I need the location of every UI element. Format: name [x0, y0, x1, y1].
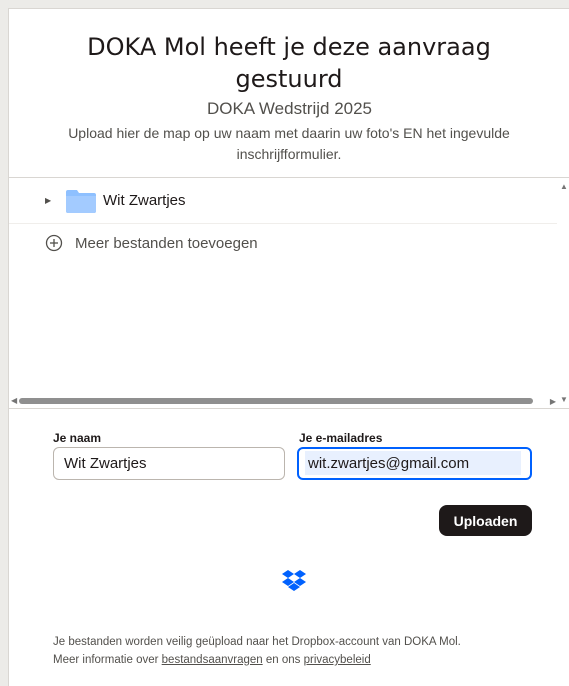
file-requests-link[interactable]: bestandsaanvragen: [162, 654, 263, 666]
vertical-scrollbar[interactable]: ▲ ▼: [557, 178, 569, 408]
request-description: Upload hier de map op uw naam met daarin…: [68, 125, 510, 162]
scroll-up-icon[interactable]: ▲: [560, 182, 568, 191]
request-header: DOKA Mol heeft je deze aanvraag gestuurd…: [9, 9, 569, 177]
footer-line-1: Je bestanden worden veilig geüpload naar…: [53, 636, 461, 648]
file-list-item[interactable]: ▶ Wit Zwartjes: [9, 178, 557, 224]
plus-circle-icon: [45, 234, 63, 252]
scroll-left-icon[interactable]: ◀: [11, 396, 17, 405]
email-field[interactable]: [297, 447, 532, 480]
scroll-right-icon[interactable]: ▶: [550, 397, 556, 406]
dropbox-logo-icon: [282, 570, 306, 591]
name-label: Je naam: [53, 431, 102, 445]
folder-icon: [66, 189, 96, 213]
file-name: Wit Zwartjes: [103, 192, 186, 209]
request-title: DOKA Mol heeft je deze aanvraag gestuurd: [87, 33, 491, 93]
add-more-files-label: Meer bestanden toevoegen: [75, 234, 258, 252]
add-more-files-button[interactable]: Meer bestanden toevoegen: [45, 234, 258, 252]
footer-line-2: Meer informatie over bestandsaanvragen e…: [53, 651, 553, 669]
footer-text-middle: en ons: [262, 654, 304, 666]
footer-text-prefix: Meer informatie over: [53, 654, 162, 666]
request-subtitle: DOKA Wedstrijd 2025: [206, 99, 373, 118]
uploader-form: Je naam Je e-mailadres Uploaden Je besta…: [9, 409, 569, 686]
horizontal-scrollbar[interactable]: ◀ ▶: [9, 394, 569, 408]
expand-arrow-icon[interactable]: ▶: [45, 196, 59, 205]
file-list-pane: ▶ Wit Zwartjes Meer bestanden toevoegen …: [9, 177, 569, 409]
footer-notice: Je bestanden worden veilig geüpload naar…: [53, 633, 553, 669]
file-request-panel: DOKA Mol heeft je deze aanvraag gestuurd…: [8, 8, 569, 686]
scrollbar-thumb[interactable]: [19, 398, 533, 404]
upload-button[interactable]: Uploaden: [439, 505, 532, 536]
email-label: Je e-mailadres: [299, 431, 383, 445]
name-field[interactable]: [53, 447, 285, 480]
privacy-policy-link[interactable]: privacybeleid: [304, 654, 371, 666]
